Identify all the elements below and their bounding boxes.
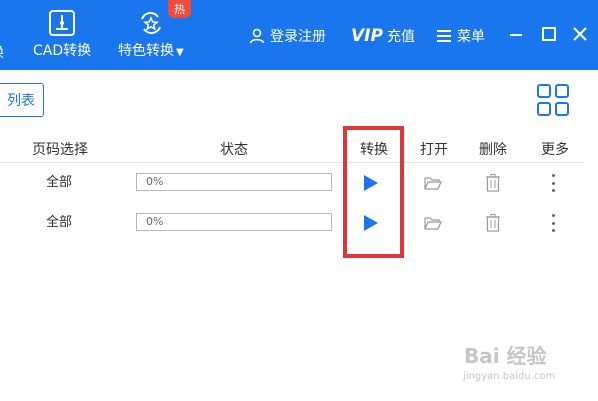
- dot: [552, 221, 555, 225]
- toolbar-item-partial-label: 换: [0, 42, 4, 62]
- column-header-delete: 删除: [479, 142, 507, 158]
- minimize-icon[interactable]: [508, 26, 524, 42]
- grid-view-icon[interactable]: [537, 84, 571, 118]
- progress-text: 0%: [146, 215, 164, 228]
- more-options-icon[interactable]: [552, 174, 556, 192]
- highlight-annotation-box: [343, 126, 404, 258]
- login-register-button[interactable]: 登录注册: [249, 26, 326, 46]
- menu-button[interactable]: 菜单: [437, 26, 485, 46]
- grid-cell: [555, 84, 569, 98]
- column-header-page-range: 页码选择: [32, 142, 88, 158]
- dot: [552, 181, 555, 185]
- dot: [552, 214, 555, 217]
- folder-open-icon[interactable]: [424, 215, 442, 231]
- toolbar-item-partial[interactable]: 换: [0, 42, 4, 62]
- watermark-url: jingyan.baidu.com: [463, 371, 556, 382]
- column-header-open: 打开: [420, 142, 448, 158]
- special-convert-label: 特色转换 ▼: [118, 43, 184, 59]
- page-range-select[interactable]: 全部: [46, 163, 72, 203]
- table-row: 全部 0%: [0, 163, 598, 203]
- vip-recharge-label: 充值: [386, 29, 415, 45]
- list-button-label: 列表: [7, 93, 35, 109]
- trash-icon[interactable]: [486, 174, 500, 192]
- more-options-icon[interactable]: [552, 214, 556, 232]
- login-register-label: 登录注册: [270, 29, 326, 45]
- user-icon: [249, 28, 265, 44]
- trash-icon[interactable]: [486, 214, 500, 232]
- vip-recharge-button[interactable]: VIP 充值: [351, 26, 415, 46]
- maximize-icon[interactable]: [541, 26, 557, 42]
- page-range-select[interactable]: 全部: [46, 203, 72, 243]
- special-convert-icon: [140, 12, 161, 34]
- cad-convert-label: CAD转换: [33, 43, 92, 59]
- dot: [552, 189, 555, 192]
- dot: [552, 174, 555, 177]
- column-header-status: 状态: [220, 142, 248, 158]
- cad-convert-button[interactable]: CAD转换: [33, 10, 91, 60]
- progress-bar: 0%: [136, 173, 332, 191]
- table-header: 页码选择 状态 转换 打开 删除 更多: [0, 131, 598, 163]
- dropdown-arrow-icon: ▼: [176, 47, 184, 58]
- progress-bar: 0%: [136, 213, 332, 231]
- column-header-more: 更多: [541, 142, 569, 158]
- top-toolbar: 换 CAD转换 特色转换▼ 热 登录注册 VIP 充值: [0, 0, 598, 70]
- cad-icon: [49, 10, 76, 36]
- grid-cell: [555, 102, 569, 116]
- dot: [552, 229, 555, 232]
- list-button[interactable]: 列表: [0, 83, 44, 117]
- grid-cell: [537, 102, 551, 116]
- progress-text: 0%: [146, 175, 164, 188]
- folder-open-icon[interactable]: [424, 175, 442, 191]
- watermark-brand: Bai 经验: [464, 344, 547, 368]
- hamburger-menu-icon: [437, 30, 451, 42]
- menu-label: 菜单: [457, 29, 485, 45]
- hot-badge: 热: [168, 0, 191, 18]
- table-row: 全部 0%: [0, 203, 598, 243]
- close-icon[interactable]: [572, 26, 588, 42]
- grid-cell: [537, 84, 551, 98]
- vip-logo: VIP: [351, 26, 383, 46]
